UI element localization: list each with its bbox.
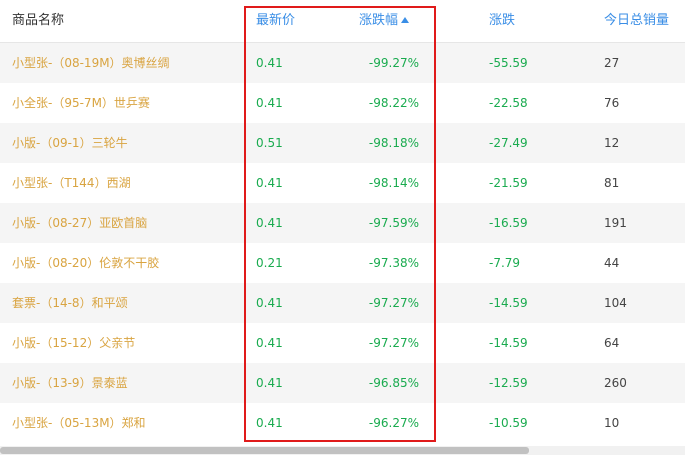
cell-change: -21.59 [489,176,528,190]
header-change[interactable]: 涨跌 [489,12,515,30]
cell-daily-volume: 27 [604,56,620,70]
table-row[interactable]: 小型张-（05-13M）郑和 0.41 -96.27% -10.59 10 [0,403,685,443]
table-row[interactable]: 小版-（08-27）亚欧首脑 0.41 -97.59% -16.59 191 [0,203,685,243]
cell-product-name[interactable]: 小全张-（95-7M）世乒赛 [12,94,150,112]
cell-daily-volume: 81 [604,176,620,190]
cell-product-name[interactable]: 小版-（09-1）三轮牛 [12,134,128,152]
scrollbar-thumb[interactable] [0,447,529,454]
table-row[interactable]: 小型张-（08-19M）奥博丝绸 0.41 -99.27% -55.59 27 [0,43,685,83]
cell-percent-change: -97.27% [368,336,419,350]
product-price-table: 商品名称 最新价 涨跌幅 涨跌 今日总销量 小型张-（08-19M）奥博丝绸 0.… [0,0,685,443]
cell-percent-change: -96.27% [368,416,419,430]
cell-product-name[interactable]: 小版-（13-9）景泰蓝 [12,374,128,392]
sort-ascending-icon [401,17,410,23]
cell-percent-change: -97.27% [368,296,419,310]
cell-product-name[interactable]: 小型张-（T144）西湖 [12,174,131,192]
cell-percent-change: -99.27% [368,56,419,70]
cell-latest-price: 0.41 [256,416,283,430]
cell-daily-volume: 76 [604,96,620,110]
header-percent-change[interactable]: 涨跌幅 [359,12,410,30]
cell-product-name[interactable]: 小版-（08-20）伦敦不干胶 [12,254,159,272]
table-row[interactable]: 小全张-（95-7M）世乒赛 0.41 -98.22% -22.58 76 [0,83,685,123]
cell-change: -27.49 [489,136,528,150]
cell-latest-price: 0.41 [256,336,283,350]
table-body: 小型张-（08-19M）奥博丝绸 0.41 -99.27% -55.59 27 小全张-（… [0,43,685,443]
table-row[interactable]: 小型张-（T144）西湖 0.41 -98.14% -21.59 81 [0,163,685,203]
cell-daily-volume: 104 [604,296,627,310]
table-row[interactable]: 小版-（15-12）父亲节 0.41 -97.27% -14.59 64 [0,323,685,363]
table-row[interactable]: 小版-（09-1）三轮牛 0.51 -98.18% -27.49 12 [0,123,685,163]
cell-change: -12.59 [489,376,528,390]
cell-latest-price: 0.41 [256,96,283,110]
cell-change: -55.59 [489,56,528,70]
cell-percent-change: -98.22% [368,96,419,110]
cell-daily-volume: 10 [604,416,620,430]
cell-change: -16.59 [489,216,528,230]
cell-latest-price: 0.21 [256,256,283,270]
cell-change: -10.59 [489,416,528,430]
table-row[interactable]: 小版-（13-9）景泰蓝 0.41 -96.85% -12.59 260 [0,363,685,403]
horizontal-scrollbar[interactable] [0,446,685,455]
cell-change: -7.79 [489,256,521,270]
cell-percent-change: -98.14% [368,176,419,190]
cell-change: -14.59 [489,336,528,350]
header-latest-price[interactable]: 最新价 [256,12,295,30]
table-row[interactable]: 小版-（08-20）伦敦不干胶 0.21 -97.38% -7.79 44 [0,243,685,283]
cell-product-name[interactable]: 套票-（14-8）和平颂 [12,294,128,312]
cell-daily-volume: 12 [604,136,620,150]
cell-change: -14.59 [489,296,528,310]
table-header: 商品名称 最新价 涨跌幅 涨跌 今日总销量 [0,0,685,43]
cell-latest-price: 0.41 [256,296,283,310]
cell-percent-change: -98.18% [368,136,419,150]
cell-daily-volume: 64 [604,336,620,350]
cell-daily-volume: 44 [604,256,620,270]
cell-latest-price: 0.41 [256,376,283,390]
header-product-name: 商品名称 [12,13,65,28]
cell-daily-volume: 260 [604,376,627,390]
cell-latest-price: 0.41 [256,56,283,70]
cell-product-name[interactable]: 小型张-（05-13M）郑和 [12,414,146,432]
cell-percent-change: -97.59% [368,216,419,230]
cell-daily-volume: 191 [604,216,627,230]
cell-product-name[interactable]: 小版-（15-12）父亲节 [12,334,135,352]
cell-percent-change: -97.38% [368,256,419,270]
cell-product-name[interactable]: 小版-（08-27）亚欧首脑 [12,214,147,232]
cell-change: -22.58 [489,96,528,110]
cell-latest-price: 0.41 [256,176,283,190]
cell-latest-price: 0.51 [256,136,283,150]
header-daily-volume[interactable]: 今日总销量 [604,12,669,30]
cell-latest-price: 0.41 [256,216,283,230]
cell-percent-change: -96.85% [368,376,419,390]
cell-product-name[interactable]: 小型张-（08-19M）奥博丝绸 [12,54,170,72]
header-percent-change-label: 涨跌幅 [359,13,399,28]
table-row[interactable]: 套票-（14-8）和平颂 0.41 -97.27% -14.59 104 [0,283,685,323]
